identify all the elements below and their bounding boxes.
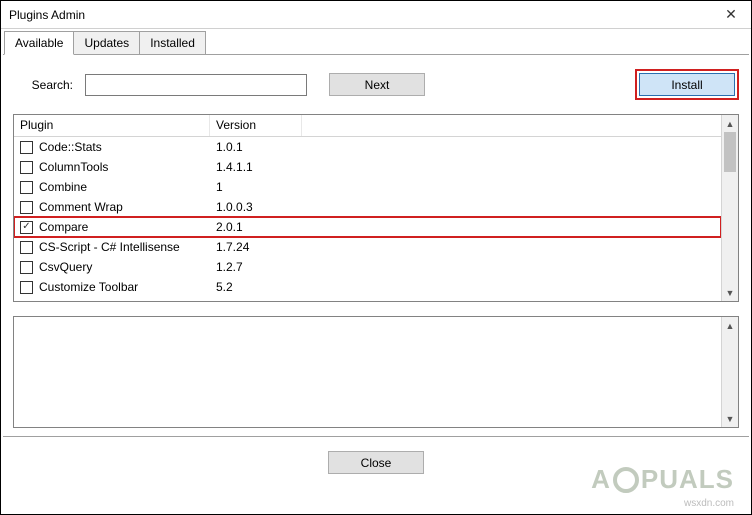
panel-divider [3, 436, 749, 437]
table-row[interactable]: Code::Stats 1.0.1 [14, 137, 721, 157]
plugin-checkbox[interactable] [20, 141, 33, 154]
scroll-thumb[interactable] [724, 132, 736, 172]
plugin-description-body [14, 317, 721, 427]
titlebar: Plugins Admin ✕ [1, 1, 751, 29]
search-input[interactable] [85, 74, 307, 96]
plugin-version: 1.4.1.1 [210, 160, 302, 174]
plugin-checkbox[interactable] [20, 181, 33, 194]
plugin-checkbox[interactable] [20, 201, 33, 214]
close-icon: ✕ [725, 6, 737, 23]
plugin-name: ColumnTools [39, 160, 108, 174]
cell-plugin: Combine [14, 180, 210, 194]
plugins-admin-window: Plugins Admin ✕ Available Updates Instal… [0, 0, 752, 515]
plugin-list-header: Plugin Version [14, 115, 721, 137]
table-row[interactable]: Compare 2.0.1 [14, 217, 721, 237]
cell-plugin: ColumnTools [14, 160, 210, 174]
cell-plugin: CsvQuery [14, 260, 210, 274]
plugin-rows: Code::Stats 1.0.1ColumnTools 1.4.1.1Combin… [14, 137, 721, 297]
scroll-track[interactable] [722, 334, 738, 410]
scroll-down-icon[interactable]: ▼ [722, 284, 738, 301]
plugin-version: 1.0.0.3 [210, 200, 302, 214]
plugin-version: 1.2.7 [210, 260, 302, 274]
cell-plugin: Customize Toolbar [14, 280, 210, 294]
tab-panel-available: Search: Next Install Plugin Version Code… [3, 54, 749, 514]
cell-plugin: Comment Wrap [14, 200, 210, 214]
install-button[interactable]: Install [639, 73, 735, 96]
plugin-name: CsvQuery [39, 260, 92, 274]
tab-strip: Available Updates Installed [1, 29, 751, 54]
search-label: Search: [13, 78, 77, 92]
scroll-up-icon[interactable]: ▲ [722, 115, 738, 132]
column-header-spacer [302, 115, 721, 136]
cell-plugin: CS-Script - C# Intellisense [14, 240, 210, 254]
cell-plugin: Code::Stats [14, 140, 210, 154]
table-row[interactable]: CsvQuery 1.2.7 [14, 257, 721, 277]
tab-available[interactable]: Available [4, 31, 74, 55]
tab-updates[interactable]: Updates [73, 31, 140, 54]
plugin-checkbox[interactable] [20, 281, 33, 294]
table-row[interactable]: ColumnTools 1.4.1.1 [14, 157, 721, 177]
close-button[interactable]: Close [328, 451, 424, 474]
table-row[interactable]: Customize Toolbar 5.2 [14, 277, 721, 297]
plugin-checkbox[interactable] [20, 261, 33, 274]
plugin-version: 1.0.1 [210, 140, 302, 154]
plugin-version: 1.7.24 [210, 240, 302, 254]
table-row[interactable]: Comment Wrap 1.0.0.3 [14, 197, 721, 217]
plugin-version: 5.2 [210, 280, 302, 294]
table-row[interactable]: Combine 1 [14, 177, 721, 197]
search-row: Search: Next Install [13, 69, 739, 100]
tab-installed-label: Installed [150, 36, 195, 50]
column-header-version[interactable]: Version [210, 115, 302, 136]
plugin-name: Combine [39, 180, 87, 194]
tab-updates-label: Updates [84, 36, 129, 50]
plugin-list-body: Plugin Version Code::Stats 1.0.1ColumnToo… [14, 115, 721, 301]
scroll-down-icon[interactable]: ▼ [722, 410, 738, 427]
table-row[interactable]: CS-Script - C# Intellisense 1.7.24 [14, 237, 721, 257]
tab-installed[interactable]: Installed [139, 31, 206, 54]
plugin-name: CS-Script - C# Intellisense [39, 240, 180, 254]
next-button[interactable]: Next [329, 73, 425, 96]
plugin-name: Compare [39, 220, 88, 234]
plugin-name: Customize Toolbar [39, 280, 138, 294]
dialog-buttons: Close [13, 451, 739, 484]
window-close-button[interactable]: ✕ [711, 1, 751, 28]
plugin-checkbox[interactable] [20, 221, 33, 234]
scroll-track[interactable] [722, 132, 738, 284]
plugin-version: 2.0.1 [210, 220, 302, 234]
plugin-checkbox[interactable] [20, 161, 33, 174]
install-highlight: Install [635, 69, 739, 100]
plugin-list-scrollbar[interactable]: ▲ ▼ [721, 115, 738, 301]
cell-plugin: Compare [14, 220, 210, 234]
plugin-version: 1 [210, 180, 302, 194]
plugin-description-box: ▲ ▼ [13, 316, 739, 428]
plugin-list: Plugin Version Code::Stats 1.0.1ColumnToo… [13, 114, 739, 302]
scroll-up-icon[interactable]: ▲ [722, 317, 738, 334]
window-title: Plugins Admin [9, 8, 85, 22]
column-header-plugin[interactable]: Plugin [14, 115, 210, 136]
description-scrollbar[interactable]: ▲ ▼ [721, 317, 738, 427]
plugin-name: Code::Stats [39, 140, 102, 154]
plugin-name: Comment Wrap [39, 200, 123, 214]
tab-available-label: Available [15, 36, 63, 50]
plugin-checkbox[interactable] [20, 241, 33, 254]
